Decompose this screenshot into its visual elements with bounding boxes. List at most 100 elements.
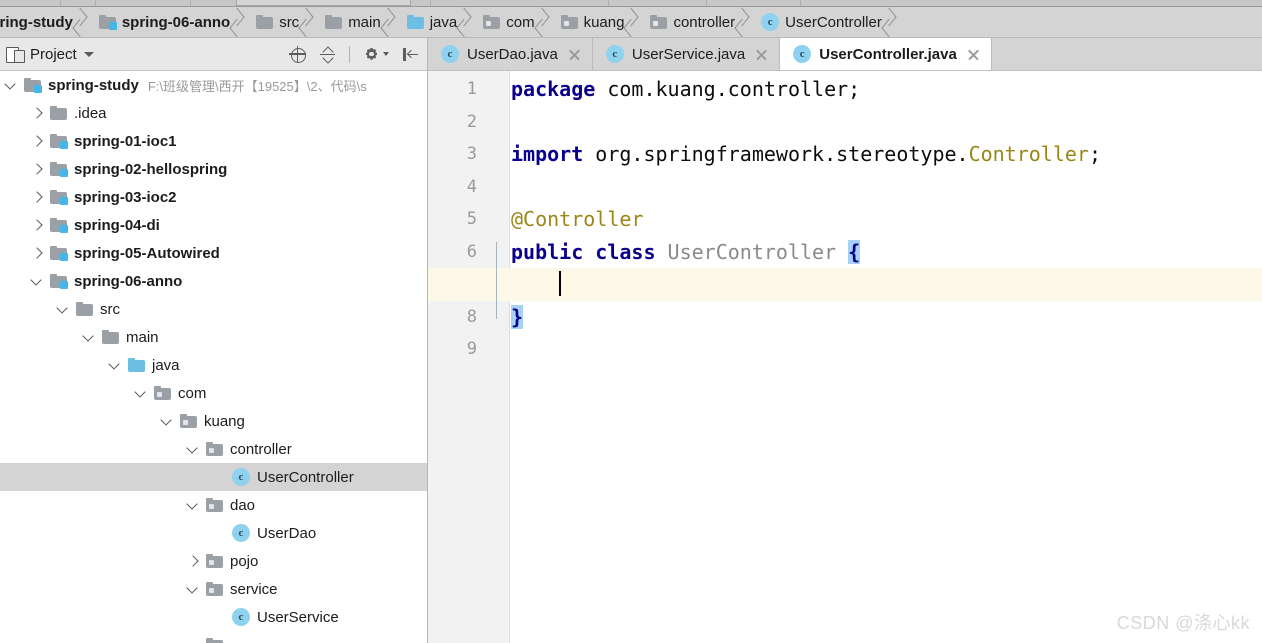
editor-tab-usercontroller-java[interactable]: c UserController.java bbox=[780, 38, 992, 70]
tree-item-spring-06-anno[interactable]: spring-06-anno bbox=[0, 267, 427, 295]
java-class-icon: c bbox=[441, 45, 459, 63]
tree-item-spring-02-hellospring[interactable]: spring-02-hellospring bbox=[0, 155, 427, 183]
breadcrumb-item-spring-study[interactable]: spring-study bbox=[0, 7, 85, 37]
tree-item-dao[interactable]: dao bbox=[0, 491, 427, 519]
breadcrumb-item-label: controller bbox=[673, 13, 736, 31]
chevron-right-icon[interactable] bbox=[30, 218, 44, 232]
java-class-icon: c bbox=[761, 13, 780, 31]
breadcrumb-item-main[interactable]: main bbox=[311, 7, 393, 37]
project-view-selector[interactable]: Project bbox=[0, 46, 94, 63]
chevron-down-icon[interactable] bbox=[186, 638, 200, 643]
code-line: } bbox=[511, 301, 1262, 334]
tree-item-src[interactable]: src bbox=[0, 295, 427, 323]
project-view-icon bbox=[6, 46, 25, 63]
tree-item-spring-01-ioc1[interactable]: spring-01-ioc1 bbox=[0, 127, 427, 155]
gutter-line-number: 6 bbox=[466, 241, 477, 262]
tree-item[interactable] bbox=[0, 631, 427, 643]
breadcrumb-item-com[interactable]: com bbox=[469, 7, 546, 37]
code-line: public class UserController { bbox=[511, 236, 1262, 269]
chevron-right-icon[interactable] bbox=[186, 554, 200, 568]
close-icon[interactable] bbox=[967, 48, 980, 61]
chevron-right-icon[interactable] bbox=[30, 106, 44, 120]
breadcrumb-item-spring-06-anno[interactable]: spring-06-anno bbox=[85, 7, 242, 37]
code-token: package bbox=[511, 77, 596, 101]
chevron-down-icon[interactable] bbox=[186, 498, 200, 512]
tree-item-label: UserService bbox=[257, 608, 339, 626]
breadcrumb-item-kuang[interactable]: kuang bbox=[547, 7, 637, 37]
project-tree[interactable]: spring-study F:\班级管理\西开【19525】\2、代码\s .ide… bbox=[0, 71, 427, 643]
chevron-right-icon[interactable] bbox=[30, 246, 44, 260]
chevron-down-icon[interactable] bbox=[134, 386, 148, 400]
breadcrumb-item-src[interactable]: src bbox=[242, 7, 311, 37]
tree-item-spring-05-autowired[interactable]: spring-05-Autowired bbox=[0, 239, 427, 267]
breadcrumb-item-label: spring-study bbox=[0, 13, 73, 31]
hide-panel-icon[interactable] bbox=[402, 46, 419, 63]
editor-tab-userdao-java[interactable]: c UserDao.java bbox=[428, 38, 593, 70]
chevron-down-icon[interactable] bbox=[186, 442, 200, 456]
tree-item--idea[interactable]: .idea bbox=[0, 99, 427, 127]
code-editor[interactable]: 123456789 package com.kuang.controller;i… bbox=[428, 71, 1262, 643]
package-folder-icon bbox=[206, 553, 223, 568]
chevron-down-icon[interactable] bbox=[186, 582, 200, 596]
editor-gutter-fold-area[interactable] bbox=[482, 71, 510, 643]
code-text-area[interactable]: package com.kuang.controller; import org.… bbox=[428, 71, 1262, 643]
chevron-right-icon[interactable] bbox=[30, 162, 44, 176]
close-icon[interactable] bbox=[755, 48, 768, 61]
tree-item-path: F:\班级管理\西开【19525】\2、代码\s bbox=[147, 78, 367, 94]
code-line: @Controller bbox=[511, 203, 1262, 236]
code-token: UserController bbox=[667, 239, 837, 264]
breadcrumb-item-controller[interactable]: controller bbox=[636, 7, 747, 37]
tree-item-label: controller bbox=[230, 440, 292, 458]
chevron-down-icon[interactable] bbox=[30, 274, 44, 288]
breadcrumb-item-usercontroller[interactable]: c UserController bbox=[747, 7, 894, 37]
tree-item-pojo[interactable]: pojo bbox=[0, 547, 427, 575]
code-token: import bbox=[511, 142, 584, 166]
settings-gear-icon bbox=[363, 46, 380, 63]
tree-item-label: .idea bbox=[74, 104, 107, 122]
gutter-line-number: 4 bbox=[466, 176, 477, 197]
tree-item-label: spring-04-di bbox=[74, 216, 160, 234]
tree-item-usercontroller[interactable]: c UserController bbox=[0, 463, 427, 491]
collapse-all-icon[interactable] bbox=[319, 45, 336, 64]
chevron-down-icon[interactable] bbox=[82, 330, 96, 344]
tree-item-controller[interactable]: controller bbox=[0, 435, 427, 463]
chevron-down-icon[interactable] bbox=[83, 51, 94, 57]
locate-in-tree-icon[interactable] bbox=[289, 45, 306, 63]
tree-item-service[interactable]: service bbox=[0, 575, 427, 603]
code-token: @Controller bbox=[511, 207, 644, 231]
tree-item-userdao[interactable]: c UserDao bbox=[0, 519, 427, 547]
module-folder-icon bbox=[50, 189, 68, 205]
editor-gutter[interactable]: 123456789 bbox=[428, 71, 482, 643]
chevron-down-icon[interactable] bbox=[56, 302, 70, 316]
tree-item-spring-04-di[interactable]: spring-04-di bbox=[0, 211, 427, 239]
chevron-down-icon[interactable] bbox=[160, 414, 174, 428]
package-folder-icon bbox=[650, 14, 668, 29]
chevron-right-icon[interactable] bbox=[30, 190, 44, 204]
package-folder-icon bbox=[206, 637, 223, 643]
tree-item-spring-study[interactable]: spring-study F:\班级管理\西开【19525】\2、代码\s bbox=[0, 71, 427, 99]
java-class-icon: c bbox=[232, 608, 250, 626]
package-folder-icon bbox=[560, 14, 578, 29]
gutter-line-number: 5 bbox=[466, 209, 477, 229]
tree-item-com[interactable]: com bbox=[0, 379, 427, 407]
tree-item-kuang[interactable]: kuang bbox=[0, 407, 427, 435]
editor-tab-userservice-java[interactable]: c UserService.java bbox=[593, 38, 781, 70]
tree-item-java[interactable]: java bbox=[0, 351, 427, 379]
breadcrumb-item-java[interactable]: java bbox=[393, 7, 470, 37]
tree-item-label: UserDao bbox=[257, 524, 317, 542]
close-icon[interactable] bbox=[568, 48, 581, 61]
breadcrumb-item-label: main bbox=[348, 13, 381, 31]
chevron-down-icon[interactable] bbox=[4, 78, 18, 92]
tree-item-spring-03-ioc2[interactable]: spring-03-ioc2 bbox=[0, 183, 427, 211]
chevron-right-icon[interactable] bbox=[30, 134, 44, 148]
tree-item-userservice[interactable]: c UserService bbox=[0, 603, 427, 631]
java-class-icon: c bbox=[232, 524, 250, 542]
chevron-down-icon[interactable] bbox=[108, 358, 122, 372]
folder-icon bbox=[256, 14, 274, 29]
tree-item-main[interactable]: main bbox=[0, 323, 427, 351]
gutter-line-number: 3 bbox=[466, 144, 477, 164]
settings-gear-button[interactable] bbox=[363, 46, 389, 63]
